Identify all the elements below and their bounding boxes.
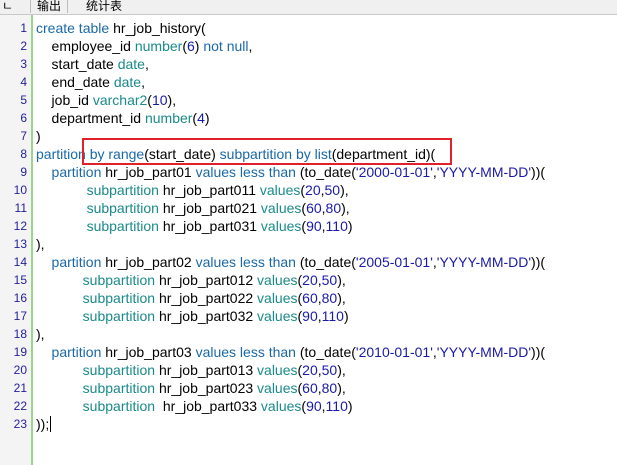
- line-number: 17: [13, 309, 27, 323]
- line-number: 23: [13, 417, 27, 431]
- line-number: 3: [20, 57, 27, 71]
- change-marker-bar: [31, 15, 33, 465]
- tab-statistics[interactable]: 统计表: [80, 0, 128, 13]
- code-line-21: subpartition hr_job_part023 values(60,80…: [36, 380, 346, 396]
- code-line-7: ): [36, 128, 41, 144]
- line-number: 8: [20, 147, 27, 161]
- code-line-10: subpartition hr_job_part011 values(20,50…: [36, 182, 349, 198]
- code-line-13: ),: [36, 236, 45, 252]
- line-number: 4: [20, 75, 27, 89]
- code-line-6: department_id number(4): [36, 110, 210, 126]
- line-number: 5: [20, 93, 27, 107]
- code-line-5: job_id varchar2(10),: [36, 92, 177, 108]
- code-line-23: ));: [36, 416, 50, 432]
- line-number: 2: [20, 39, 27, 53]
- code-line-14: partition hr_job_part02 values less than…: [36, 254, 546, 270]
- code-line-17: subpartition hr_job_part032 values(90,11…: [36, 308, 349, 324]
- code-line-19: partition hr_job_part03 values less than…: [36, 344, 546, 360]
- line-number: 22: [13, 399, 27, 413]
- code-line-18: ),: [36, 326, 45, 342]
- text-cursor: [50, 416, 51, 432]
- line-number: 7: [20, 129, 27, 143]
- code-line-4: end_date date,: [36, 74, 145, 90]
- code-line-1: create table hr_job_history(: [36, 20, 206, 36]
- code-line-3: start_date date,: [36, 56, 149, 72]
- bottom-panel-tabbar: ㄴ 输出 统计表: [0, 0, 617, 15]
- line-number: 9: [20, 165, 27, 179]
- line-number: 1: [20, 21, 27, 35]
- line-number: 14: [13, 255, 27, 269]
- line-number: 18: [13, 327, 27, 341]
- code-line-20: subpartition hr_job_part013 values(20,50…: [36, 362, 346, 378]
- line-number: 11: [14, 201, 27, 215]
- code-line-9: partition hr_job_part01 values less than…: [36, 164, 546, 180]
- code-line-11: subpartition hr_job_part021 values(60,80…: [36, 200, 350, 216]
- line-number: 16: [13, 291, 27, 305]
- tab-output[interactable]: 输出: [30, 0, 69, 13]
- code-line-15: subpartition hr_job_part012 values(20,50…: [36, 272, 346, 288]
- line-number: 19: [13, 345, 27, 359]
- line-number: 13: [13, 237, 27, 251]
- annotation-highlight-box: [82, 138, 452, 165]
- line-number: 15: [13, 273, 27, 287]
- line-number: 6: [20, 111, 27, 125]
- code-line-2: employee_id number(6) not null,: [36, 38, 253, 54]
- code-line-16: subpartition hr_job_part022 values(60,80…: [36, 290, 346, 306]
- code-line-12: subpartition hr_job_part031 values(90,11…: [36, 218, 353, 234]
- line-number: 12: [13, 219, 27, 233]
- line-number: 21: [13, 381, 27, 395]
- line-number: 20: [13, 363, 27, 377]
- line-number: 10: [13, 183, 27, 197]
- code-line-22: subpartition hr_job_part033 values(90,11…: [36, 398, 353, 414]
- tab-partial[interactable]: ㄴ: [0, 0, 19, 13]
